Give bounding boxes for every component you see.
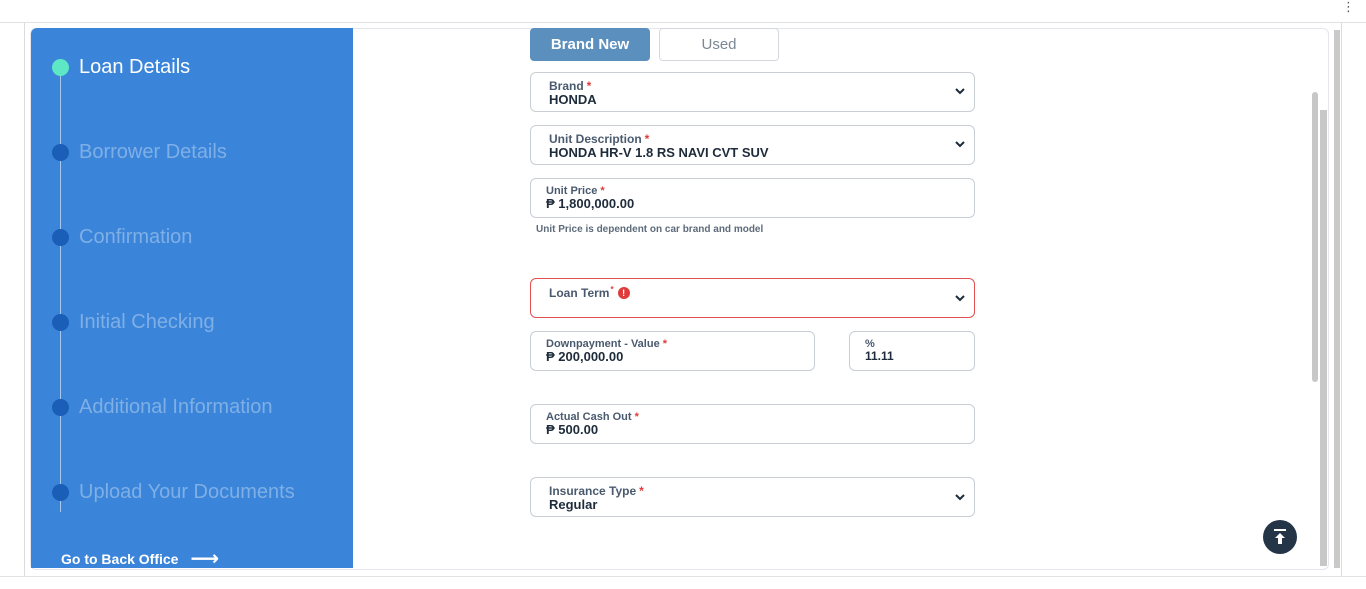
loan-term-label: Loan Term*! — [549, 285, 630, 300]
downpayment-percent-value: 11.11 — [865, 349, 894, 363]
unit-description-value: HONDA HR-V 1.8 RS NAVI CVT SUV — [549, 145, 769, 160]
step-dot-icon — [52, 483, 69, 501]
panel-scrollbar[interactable] — [1320, 110, 1327, 566]
brand-new-toggle[interactable]: Brand New — [530, 28, 650, 61]
unit-description-label: Unit Description * — [549, 132, 650, 146]
left-frame — [24, 22, 25, 576]
chevron-down-icon — [955, 141, 965, 148]
step-dot-icon — [52, 313, 69, 331]
actual-cash-out-value: ₱ 500.00 — [546, 422, 599, 437]
brand-select[interactable]: Brand * HONDA — [530, 72, 975, 112]
page-scrollbar[interactable] — [1334, 30, 1340, 568]
brand-label: Brand * — [549, 79, 592, 93]
unit-price-helper-text: Unit Price is dependent on car brand and… — [536, 224, 764, 235]
step-label: Additional Information — [79, 395, 273, 418]
arrow-right-icon: ⟶ — [190, 548, 220, 570]
chevron-down-icon — [955, 88, 965, 95]
step-upload-documents[interactable]: Upload Your Documents — [52, 477, 295, 507]
insurance-type-select[interactable]: Insurance Type * Regular — [530, 477, 975, 517]
downpayment-value-field[interactable]: Downpayment - Value * ₱ 200,000.00 — [530, 331, 815, 371]
step-dot-icon — [52, 228, 69, 246]
steps-sidebar: Loan Details Borrower Details Confirmati… — [31, 28, 353, 570]
actual-cash-out-field[interactable]: Actual Cash Out * ₱ 500.00 — [530, 404, 975, 444]
unit-price-value: ₱ 1,800,000.00 — [546, 196, 635, 211]
insurance-type-value: Regular — [549, 497, 598, 512]
step-borrower-details[interactable]: Borrower Details — [52, 137, 227, 167]
step-additional-information[interactable]: Additional Information — [52, 392, 272, 422]
step-label: Initial Checking — [79, 310, 215, 333]
brand-value: HONDA — [549, 92, 597, 107]
scroll-to-top-button[interactable] — [1263, 520, 1297, 554]
downpayment-percent-field[interactable]: % 11.11 — [849, 331, 975, 371]
downpayment-value: ₱ 200,000.00 — [546, 349, 624, 364]
step-dot-icon — [52, 143, 69, 161]
insurance-type-label: Insurance Type * — [549, 484, 644, 498]
step-loan-details[interactable]: Loan Details — [52, 52, 190, 82]
step-confirmation[interactable]: Confirmation — [52, 222, 192, 252]
top-divider — [0, 22, 1366, 23]
step-initial-checking[interactable]: Initial Checking — [52, 307, 215, 337]
chevron-down-icon — [955, 494, 965, 501]
right-frame — [1341, 22, 1342, 576]
scroll-to-top-icon — [1274, 529, 1286, 544]
back-office-link[interactable]: Go to Back Office ⟶ — [61, 548, 220, 570]
step-label: Loan Details — [79, 55, 191, 78]
step-active-dot-icon — [52, 58, 69, 76]
unit-price-field[interactable]: Unit Price * ₱ 1,800,000.00 — [530, 178, 975, 218]
bottom-divider — [0, 576, 1366, 577]
kebab-menu-icon[interactable]: ⋮ — [1342, 0, 1355, 14]
step-label: Upload Your Documents — [79, 480, 295, 503]
step-label: Borrower Details — [79, 140, 227, 163]
back-office-label: Go to Back Office — [61, 551, 179, 567]
chevron-down-icon — [955, 295, 965, 302]
step-dot-icon — [52, 398, 69, 416]
step-label: Confirmation — [79, 225, 193, 248]
error-icon: ! — [617, 287, 630, 299]
steps-connector-line — [60, 68, 61, 512]
used-toggle[interactable]: Used — [659, 28, 779, 61]
unit-description-select[interactable]: Unit Description * HONDA HR-V 1.8 RS NAVI… — [530, 125, 975, 165]
form-scrollbar[interactable] — [1312, 92, 1318, 382]
loan-term-select[interactable]: Loan Term*! — [530, 278, 975, 318]
